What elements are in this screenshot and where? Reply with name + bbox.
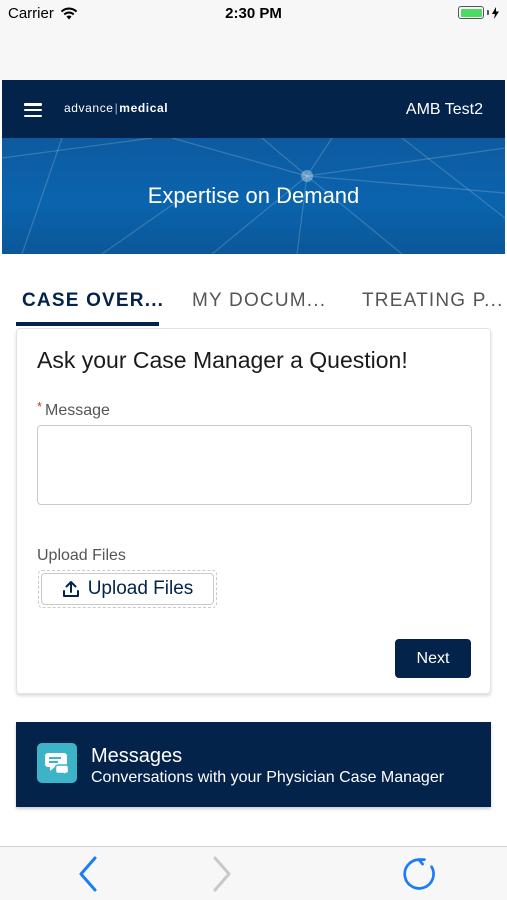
chevron-right-icon[interactable] [204,855,240,893]
upload-files-button[interactable]: Upload Files [41,573,214,605]
tab-bar: CASE OVER... MY DOCUM... TREATING P... [0,284,507,329]
required-marker: * [37,399,43,414]
hero-title: Expertise on Demand [147,183,360,208]
active-tab-indicator [16,322,159,326]
upload-files-button-label: Upload Files [87,578,194,599]
status-bar: Carrier 2:30 PM [0,0,507,28]
refresh-icon[interactable] [401,855,437,893]
browser-toolbar [0,846,507,900]
upload-icon [62,581,79,597]
tab-my-documents[interactable]: MY DOCUM... [192,284,326,329]
app-header: advance|medical AMB Test2 [2,80,505,138]
messages-card[interactable]: Messages Conversations with your Physici… [16,722,491,807]
message-input[interactable] [37,425,472,505]
next-button[interactable]: Next [395,639,471,678]
brand-left: advance [64,101,114,115]
brand-logo: advance|medical [64,101,168,115]
hamburger-menu-icon[interactable] [24,103,42,117]
question-form-card: Ask your Case Manager a Question! * Mess… [16,328,491,694]
user-name[interactable]: AMB Test2 [406,101,483,119]
upload-files-label: Upload Files [37,547,126,564]
messages-title: Messages [91,745,183,767]
brand-separator: | [114,101,119,115]
hero-banner: Expertise on Demand [2,138,505,254]
brand-right: medical [119,101,169,115]
message-label: Message [45,402,110,419]
form-title: Ask your Case Manager a Question! [37,347,408,373]
messages-subtitle: Conversations with your Physician Case M… [91,769,445,786]
tab-treating-physician[interactable]: TREATING P... [362,284,504,329]
status-time: 2:30 PM [225,5,282,22]
battery-charging-icon [458,6,499,19]
chat-bubble-icon [37,743,77,783]
chevron-left-icon[interactable] [70,855,106,893]
top-spacer [0,28,507,80]
